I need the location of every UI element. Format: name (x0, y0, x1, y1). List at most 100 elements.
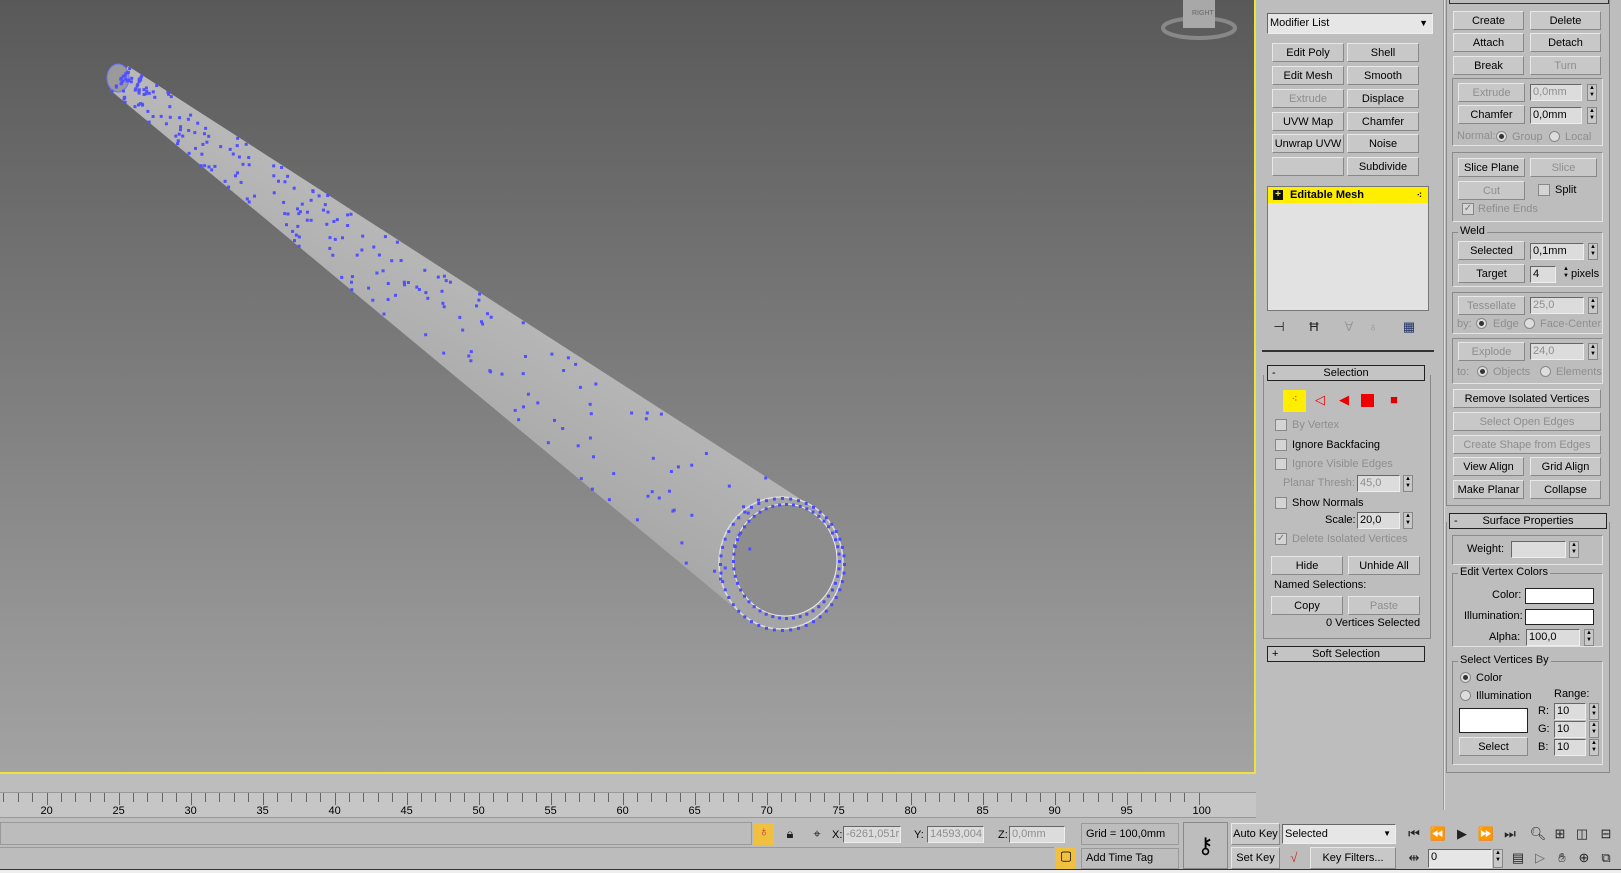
maximize-viewport-icon[interactable]: ⧉ (1596, 850, 1616, 866)
field-of-view-icon[interactable]: ▷ (1530, 850, 1550, 866)
tube-body[interactable] (110, 66, 819, 615)
zoom-extents-icon[interactable]: ◫ (1572, 826, 1592, 842)
ignore-backfacing-checkbox[interactable] (1275, 439, 1287, 451)
key-mode-toggle-icon[interactable]: ⇹ (1404, 850, 1424, 866)
ignore-visible-edges-checkbox[interactable] (1275, 458, 1287, 470)
go-to-end-icon[interactable]: ⏭ (1500, 826, 1520, 842)
set-keys-key-icon[interactable]: ⚷ (1183, 822, 1228, 869)
track-bar[interactable]: 20 25 30 35 40 45 50 55 60 65 70 75 80 85 90 95 100 (0, 792, 1256, 818)
zoom-all-icon[interactable]: ⊞ (1550, 826, 1570, 842)
by-vertex-checkbox[interactable] (1275, 419, 1287, 431)
rollout-soft-selection-header[interactable]: + Soft Selection (1267, 646, 1425, 662)
vertex (737, 516, 741, 520)
pin-stack-icon[interactable]: ⊣ (1270, 319, 1288, 335)
modifier-button-displace[interactable]: Displace (1347, 89, 1419, 108)
modifier-list-dropdown[interactable]: Modifier List ▼ (1267, 13, 1433, 34)
modifier-button-subdivide[interactable]: Subdivide (1347, 157, 1419, 176)
vertex (837, 552, 841, 556)
configure-modifier-sets-icon[interactable]: ▦ (1400, 319, 1418, 335)
select-by-illumination-radio[interactable] (1460, 690, 1471, 701)
vertex (179, 128, 182, 132)
planar-thresh-field[interactable]: 45,0 (1357, 475, 1400, 492)
vertex-color-swatch[interactable] (1525, 588, 1594, 604)
set-key-button[interactable]: Set Key (1231, 847, 1280, 869)
range-b-spinner[interactable]: ▲ ▼ (1589, 739, 1599, 756)
current-frame-spinner[interactable]: ▲ ▼ (1493, 849, 1503, 868)
viewcube[interactable]: RIGHT (1161, 0, 1237, 40)
curve-editor-icon[interactable]: √ (1284, 850, 1304, 866)
maxscript-listener[interactable] (0, 822, 752, 845)
scale-field[interactable]: 20,0 (1357, 512, 1400, 529)
modifier-button-unwrap-uvw[interactable]: Unwrap UVW (1272, 134, 1344, 153)
modifier-button-uvw-map[interactable]: UVW Map (1272, 112, 1344, 131)
range-r-spinner[interactable]: ▲ ▼ (1589, 703, 1599, 720)
modifier-button-edit-poly[interactable]: Edit Poly (1272, 43, 1344, 62)
edge-mode-icon[interactable]: ◁ (1309, 392, 1331, 408)
modifier-button-shell[interactable]: Shell (1347, 43, 1419, 62)
modifier-button-extrude[interactable]: Extrude (1272, 89, 1344, 108)
y-coordinate-field[interactable]: 14593,004 (927, 826, 984, 843)
frame-tick-label: 90 (1048, 805, 1061, 817)
hide-button[interactable]: Hide (1271, 556, 1343, 575)
stack-item-editable-mesh[interactable]: + Editable Mesh ⁖ (1268, 187, 1428, 203)
modifier-button-noise[interactable]: Noise (1347, 134, 1419, 153)
remove-modifier-icon[interactable]: ♁ (1364, 319, 1382, 335)
modifier-button-edit-mesh[interactable]: Edit Mesh (1272, 66, 1344, 85)
weight-field[interactable] (1511, 541, 1566, 558)
select-by-color-button[interactable]: Select (1459, 737, 1528, 756)
range-r-field[interactable]: 10 (1554, 703, 1586, 720)
pan-view-icon[interactable]: ✋︎ (1552, 850, 1572, 866)
alpha-field[interactable]: 100,0 (1526, 629, 1580, 646)
x-coordinate-field[interactable]: -6261,051r (843, 826, 901, 843)
vertex (798, 504, 802, 508)
illumination-color-swatch[interactable] (1525, 609, 1594, 625)
previous-frame-icon[interactable]: ⏪ (1428, 826, 1448, 842)
select-by-color-radio[interactable] (1460, 672, 1471, 683)
element-mode-icon[interactable]: ■ (1383, 392, 1405, 408)
vertex (842, 554, 846, 558)
time-tag-icon[interactable]: ▢ (1056, 848, 1076, 869)
go-to-start-icon[interactable]: ⏮ (1404, 826, 1424, 842)
polygon-mode-icon[interactable] (1361, 394, 1374, 407)
time-configuration-icon[interactable]: ▤ (1508, 850, 1528, 866)
current-frame-field[interactable]: 0 (1428, 849, 1492, 868)
weight-spinner[interactable]: ▲ ▼ (1569, 541, 1579, 558)
expand-icon[interactable]: + (1273, 190, 1283, 200)
scale-spinner[interactable]: ▲ ▼ (1403, 512, 1413, 529)
select-color-swatch[interactable] (1459, 708, 1528, 733)
zoom-icon[interactable]: 🔍︎ (1528, 826, 1548, 842)
copy-button[interactable]: Copy (1271, 596, 1343, 615)
range-g-field[interactable]: 10 (1554, 721, 1586, 738)
range-b-field[interactable]: 10 (1554, 739, 1586, 756)
key-filters-button[interactable]: Key Filters... (1310, 847, 1396, 869)
vertex (402, 280, 406, 284)
lock-icon[interactable]: 🔒︎ (781, 826, 799, 842)
auto-key-button[interactable]: Auto Key (1231, 823, 1280, 845)
key-mode-dropdown[interactable]: Selected ▼ (1282, 824, 1396, 844)
next-frame-icon[interactable]: ⏩ (1476, 826, 1496, 842)
vertex (830, 531, 834, 535)
range-g-spinner[interactable]: ▲ ▼ (1589, 721, 1599, 738)
z-coordinate-field[interactable]: 0,0mm (1009, 826, 1065, 843)
make-unique-icon[interactable]: ∀ (1340, 319, 1358, 335)
play-icon[interactable]: ▶ (1452, 826, 1472, 842)
modifier-button-empty[interactable] (1272, 157, 1344, 176)
show-normals-checkbox[interactable] (1275, 497, 1287, 509)
add-time-tag-button[interactable]: Add Time Tag (1081, 848, 1179, 869)
modifier-stack[interactable]: + Editable Mesh ⁖ (1267, 186, 1429, 311)
face-mode-icon[interactable]: ◀ (1333, 392, 1355, 408)
perspective-viewport[interactable]: RIGHT (0, 0, 1256, 774)
planar-thresh-spinner[interactable]: ▲ ▼ (1403, 475, 1413, 492)
delete-isolated-checkbox[interactable]: ✓ (1275, 533, 1287, 545)
modifier-button-chamfer[interactable]: Chamfer (1347, 112, 1419, 131)
unhide-all-button[interactable]: Unhide All (1348, 556, 1420, 575)
zoom-extents-all-icon[interactable]: ⊟ (1596, 826, 1616, 842)
orbit-icon[interactable]: ⊕ (1574, 850, 1594, 866)
modifier-button-smooth[interactable]: Smooth (1347, 66, 1419, 85)
alpha-spinner[interactable]: ▲ ▼ (1584, 629, 1594, 646)
vertex-mode-icon[interactable]: ⁖ (1283, 390, 1306, 412)
paste-button[interactable]: Paste (1348, 596, 1420, 615)
isolate-selection-icon[interactable]: ♁ (754, 823, 774, 845)
absolute-mode-icon[interactable]: ⌖ (808, 826, 826, 842)
show-end-result-icon[interactable]: Ħ (1305, 319, 1323, 335)
